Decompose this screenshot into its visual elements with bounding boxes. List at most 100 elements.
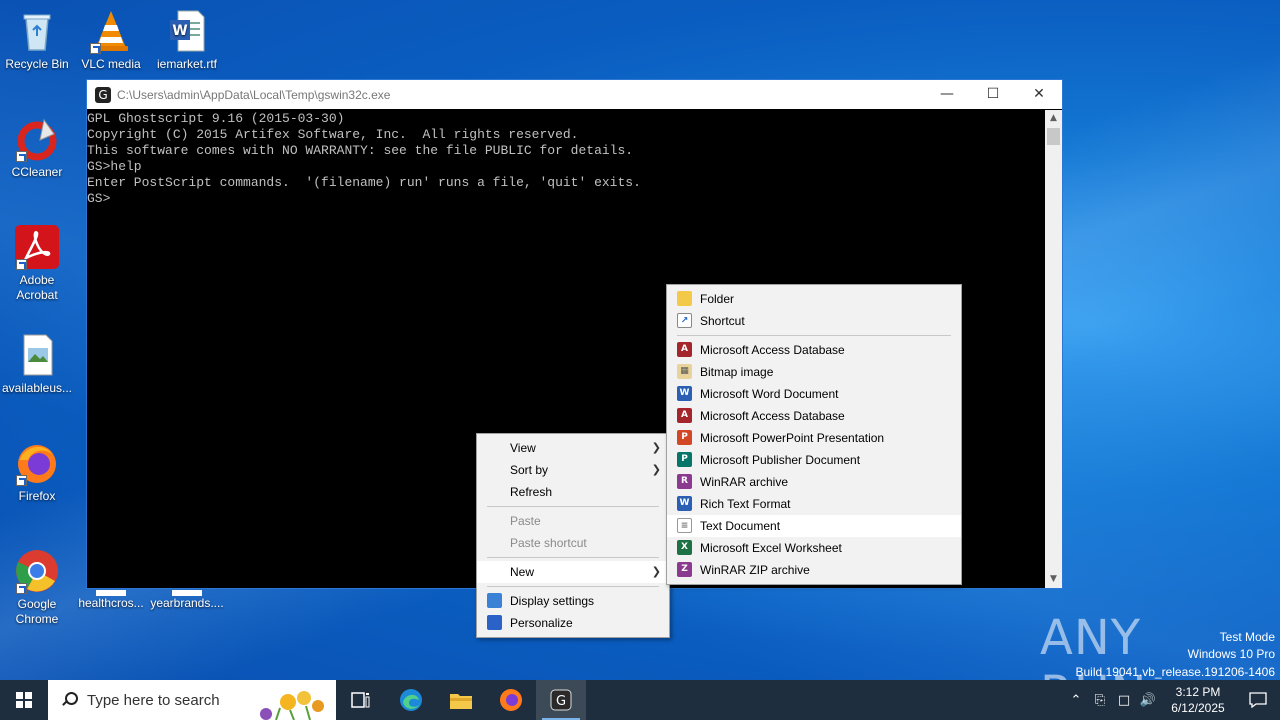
winrar-icon: R <box>677 474 692 489</box>
scroll-up-icon[interactable]: ▲ <box>1045 110 1062 127</box>
desktop-icon-google-chrome[interactable]: Google Chrome <box>0 548 74 627</box>
menu-item-label: Microsoft Access Database <box>700 343 845 357</box>
taskbar-clock[interactable]: 3:12 PM 6/12/2025 <box>1160 684 1236 716</box>
taskbar-ghostscript[interactable]: G <box>536 680 586 720</box>
menu-item-label: Paste shortcut <box>510 536 587 550</box>
new-item-word-document[interactable]: W Microsoft Word Document <box>667 383 961 405</box>
menu-item-refresh[interactable]: Refresh <box>477 481 669 503</box>
acrobat-icon <box>14 224 60 270</box>
scroll-down-icon[interactable]: ▼ <box>1045 571 1062 588</box>
desktop-icon-vlc[interactable]: VLC media <box>74 8 148 72</box>
vertical-scrollbar[interactable]: ▲ ▼ <box>1045 110 1062 588</box>
desktop-icon-firefox[interactable]: Firefox <box>0 440 74 504</box>
console-prompt: GS> <box>87 191 111 206</box>
folder-icon <box>677 291 692 306</box>
menu-separator <box>487 557 659 558</box>
chrome-icon <box>14 548 60 594</box>
window-titlebar[interactable]: G C:\Users\admin\AppData\Local\Temp\gswi… <box>87 80 1062 109</box>
show-hidden-icons-chevron-icon[interactable]: ⌃ <box>1064 693 1088 708</box>
menu-item-view[interactable]: View ❯ <box>477 437 669 459</box>
shortcut-arrow-icon <box>16 259 27 270</box>
new-item-publisher[interactable]: P Microsoft Publisher Document <box>667 449 961 471</box>
menu-item-label: Folder <box>700 292 735 306</box>
task-view-button[interactable] <box>336 680 386 720</box>
desktop-icon-label: Adobe Acrobat <box>16 273 58 302</box>
desktop-icon-label: Recycle Bin <box>5 57 69 71</box>
taskbar-edge[interactable] <box>386 680 436 720</box>
menu-item-label: Refresh <box>510 485 553 499</box>
recycle-bin-icon <box>14 8 60 54</box>
shortcut-arrow-icon <box>16 583 27 594</box>
desktop-icon-healthcros[interactable]: healthcros... <box>74 590 148 611</box>
taskbar-search-box[interactable]: Type here to search <box>48 680 336 720</box>
desktop-icon-label: Google Chrome <box>15 597 59 626</box>
rtf-icon: W <box>677 496 692 511</box>
maximize-button[interactable]: ☐ <box>970 80 1016 109</box>
taskbar-file-explorer[interactable] <box>436 680 486 720</box>
scroll-thumb[interactable] <box>1047 128 1060 145</box>
desktop-icon-recycle-bin[interactable]: Recycle Bin <box>0 8 74 72</box>
menu-item-personalize[interactable]: Personalize <box>477 612 669 634</box>
taskbar-firefox[interactable] <box>486 680 536 720</box>
submenu-arrow-icon: ❯ <box>651 441 661 454</box>
console-line: GPL Ghostscript 9.16 (2015-03-30) <box>87 111 345 126</box>
new-item-excel-worksheet[interactable]: X Microsoft Excel Worksheet <box>667 537 961 559</box>
new-item-rich-text-format[interactable]: W Rich Text Format <box>667 493 961 515</box>
new-item-shortcut[interactable]: ↗ Shortcut <box>667 310 961 332</box>
menu-item-display-settings[interactable]: Display settings <box>477 590 669 612</box>
menu-separator <box>487 586 659 587</box>
desktop-icon-iemarket[interactable]: W iemarket.rtf <box>150 8 224 72</box>
firefox-icon <box>14 440 60 486</box>
edge-icon <box>400 689 422 711</box>
word-document-icon: W <box>164 8 210 54</box>
console-line: This software comes with NO WARRANTY: se… <box>87 143 634 158</box>
close-button[interactable]: ✕ <box>1016 80 1062 109</box>
new-item-powerpoint[interactable]: P Microsoft PowerPoint Presentation <box>667 427 961 449</box>
submenu-arrow-icon: ❯ <box>651 565 661 578</box>
new-item-bitmap-image[interactable]: ▦ Bitmap image <box>667 361 961 383</box>
menu-item-label: Rich Text Format <box>700 497 791 511</box>
desktop-icon-ccleaner[interactable]: CCleaner <box>0 116 74 180</box>
search-highlight-flowers-icon <box>260 691 324 720</box>
test-mode-text: Test Mode <box>1219 630 1275 644</box>
taskbar: Type here to search G ⌃ ⎘ □ 🔊 3:12 PM 6/… <box>0 680 1280 720</box>
search-icon <box>61 692 78 708</box>
svg-text:G: G <box>556 694 566 709</box>
new-item-winrar-archive[interactable]: R WinRAR archive <box>667 471 961 493</box>
desktop-icon-yearbrands[interactable]: yearbrands.... <box>150 590 224 611</box>
menu-item-new[interactable]: New ❯ <box>477 561 669 583</box>
new-item-access-database-2[interactable]: A Microsoft Access Database <box>667 405 961 427</box>
menu-item-label: Shortcut <box>700 314 745 328</box>
console-line: Enter PostScript commands. '(filename) r… <box>87 175 641 190</box>
menu-item-label: New <box>510 565 535 579</box>
display-settings-icon <box>487 593 502 608</box>
access-icon: A <box>677 342 692 357</box>
menu-item-label: View <box>510 441 536 455</box>
action-center-button[interactable] <box>1236 680 1280 720</box>
new-item-access-database[interactable]: A Microsoft Access Database <box>667 339 961 361</box>
console-line: GS>help <box>87 159 142 174</box>
powerpoint-icon: P <box>677 430 692 445</box>
menu-item-label: Microsoft Access Database <box>700 409 845 423</box>
desktop-icon-availableus[interactable]: availableus... <box>0 332 74 396</box>
new-item-text-document[interactable]: ≡ Text Document <box>667 515 961 537</box>
task-view-icon <box>351 692 370 708</box>
menu-item-sort-by[interactable]: Sort by ❯ <box>477 459 669 481</box>
svg-text:W: W <box>172 23 187 39</box>
ghostscript-icon: G <box>550 689 572 711</box>
new-item-winrar-zip[interactable]: Z WinRAR ZIP archive <box>667 559 961 581</box>
usb-device-icon[interactable]: ⎘ <box>1088 693 1112 708</box>
minimize-button[interactable]: — <box>924 80 970 109</box>
menu-item-label: Microsoft Word Document <box>700 387 839 401</box>
menu-item-label: Sort by <box>510 463 549 477</box>
desktop-icon-label: VLC media <box>81 57 141 71</box>
desktop-context-menu: View ❯ Sort by ❯ Refresh Paste Paste short… <box>476 433 670 638</box>
new-item-folder[interactable]: Folder <box>667 288 961 310</box>
build-text: Build 19041.vb_release.191206-1406 <box>1075 665 1276 679</box>
volume-icon[interactable]: 🔊 <box>1136 693 1160 708</box>
start-button[interactable] <box>0 680 48 720</box>
network-icon[interactable]: □ <box>1112 693 1136 708</box>
ccleaner-icon <box>14 116 60 162</box>
desktop-icon-adobe-acrobat[interactable]: Adobe Acrobat <box>0 224 74 303</box>
system-tray: ⌃ ⎘ □ 🔊 3:12 PM 6/12/2025 <box>1064 680 1280 720</box>
